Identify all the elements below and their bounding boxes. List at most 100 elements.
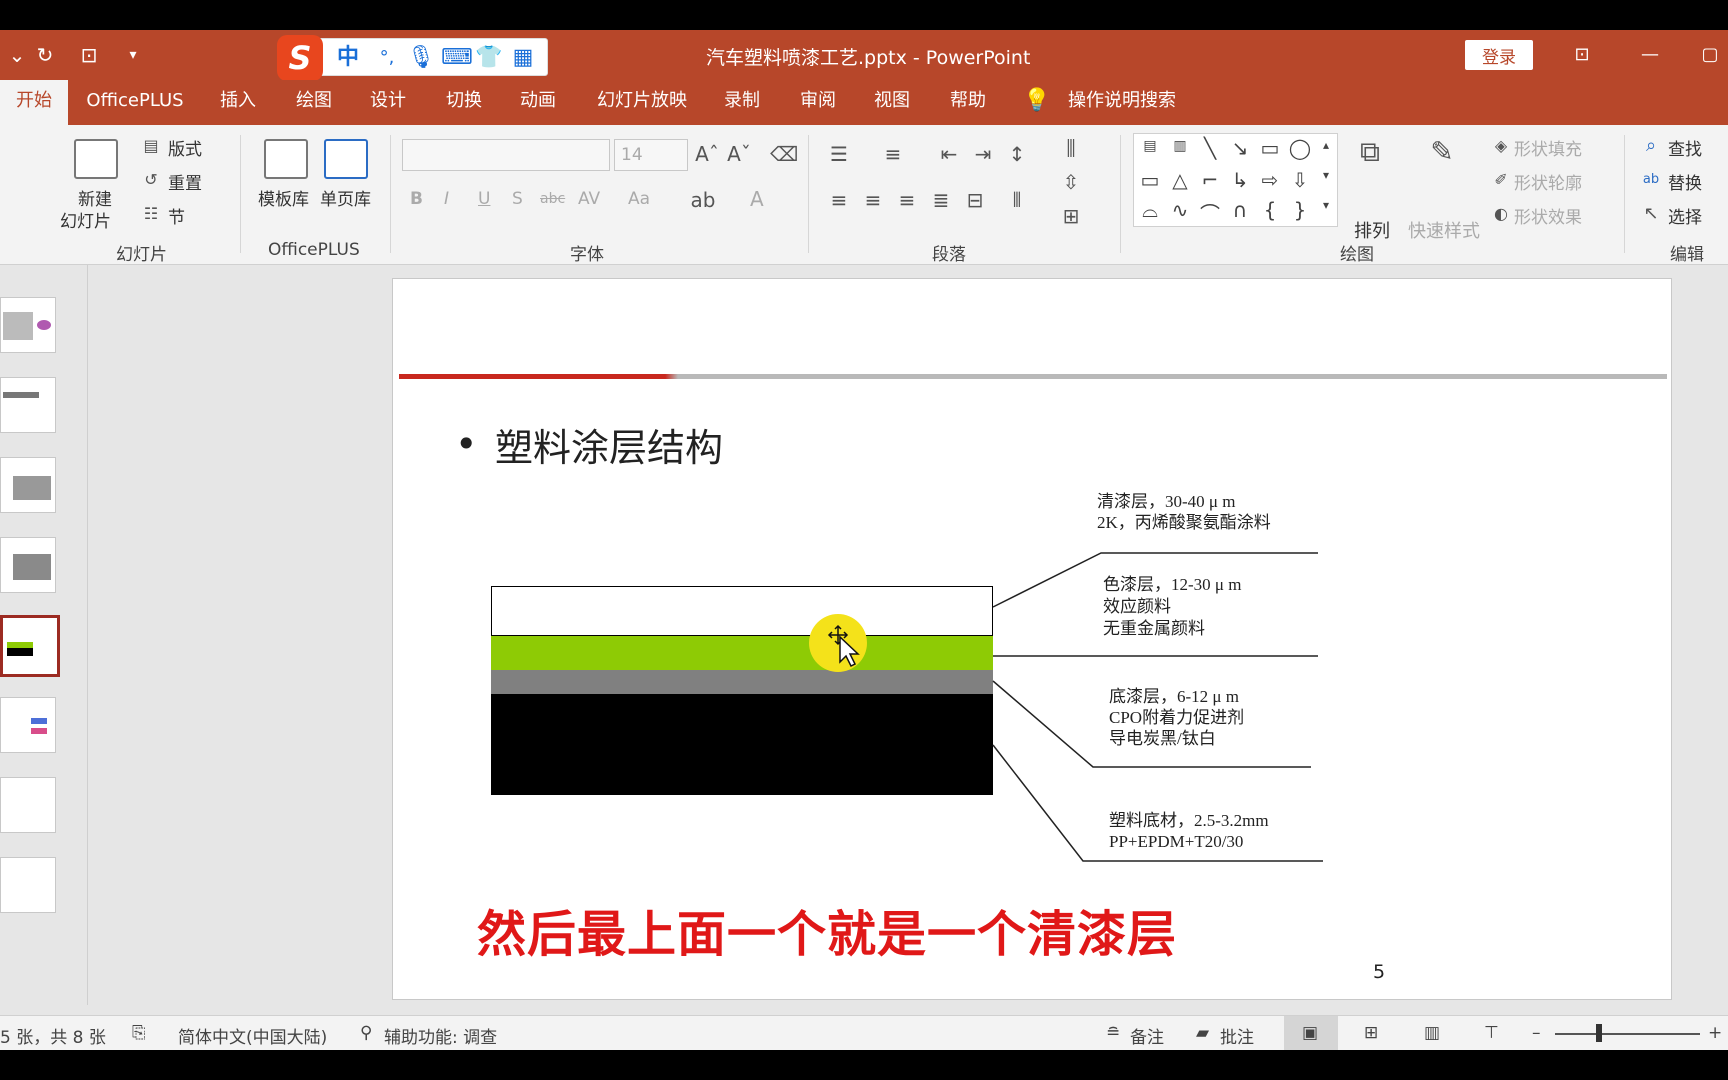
slide-sorter-icon[interactable]: ⊞	[1364, 1023, 1378, 1043]
grow-font-icon[interactable]: Aˆ	[694, 141, 720, 167]
single-page-library-button[interactable]: 单页库	[320, 185, 371, 210]
slide-thumbnail[interactable]	[0, 857, 56, 913]
rounded-rect-shape-icon[interactable]: ▭	[1136, 168, 1164, 192]
find-button[interactable]: 查找	[1668, 135, 1702, 160]
minimize-icon[interactable]: —	[1630, 38, 1670, 72]
columns-icon[interactable]: ⫴	[1004, 187, 1030, 213]
shadow-button[interactable]: S	[512, 189, 523, 209]
zoom-slider-thumb[interactable]	[1596, 1024, 1602, 1042]
tab-insert[interactable]: 插入	[212, 80, 264, 125]
tab-slideshow[interactable]: 幻灯片放映	[592, 80, 692, 125]
shape-effects-button[interactable]: 形状效果	[1514, 203, 1582, 228]
skin-icon[interactable]: 👕	[475, 43, 503, 73]
reset-button[interactable]: 重置	[168, 169, 202, 194]
layout-button[interactable]: 版式	[168, 135, 202, 160]
tab-view[interactable]: 视图	[866, 80, 918, 125]
chevron-down-icon[interactable]: ⌄	[2, 40, 32, 70]
quick-styles-button[interactable]: 快速样式	[1408, 217, 1480, 243]
down-arrow-shape-icon[interactable]: ⇩	[1286, 168, 1314, 192]
smartart-icon[interactable]: ⊞	[1058, 203, 1084, 229]
zoom-out-button[interactable]: –	[1532, 1023, 1541, 1043]
decrease-indent-icon[interactable]: ⇤	[936, 141, 962, 167]
arrange-icon[interactable]: ⧉	[1352, 138, 1388, 175]
font-size-box[interactable]: 14	[614, 139, 688, 171]
align-text-icon[interactable]: ⇳	[1058, 169, 1084, 195]
justify-icon[interactable]: ≣	[928, 187, 954, 213]
elbow-arrow-shape-icon[interactable]: ↳	[1226, 168, 1254, 192]
slide-thumbnail[interactable]	[0, 537, 56, 593]
bold-button[interactable]: B	[410, 189, 423, 209]
left-brace-shape-icon[interactable]: {	[1256, 198, 1284, 222]
gallery-scroll-up-icon[interactable]: ▴	[1312, 138, 1340, 152]
tab-transitions[interactable]: 切换	[438, 80, 490, 125]
slide-heading[interactable]: 塑料涂层结构	[495, 417, 723, 472]
present-icon[interactable]: ⊡	[74, 40, 104, 70]
tab-help[interactable]: 帮助	[942, 80, 994, 125]
freeform-shape-icon[interactable]: ⌓	[1136, 198, 1164, 222]
replace-button[interactable]: 替换	[1668, 169, 1702, 194]
rectangle-shape-icon[interactable]: ▭	[1256, 136, 1284, 160]
slide-thumbnail[interactable]	[0, 297, 56, 353]
tab-review[interactable]: 审阅	[792, 80, 844, 125]
tab-draw[interactable]: 绘图	[288, 80, 340, 125]
sogou-logo-icon[interactable]: S	[277, 35, 323, 81]
slide-thumbnail-selected[interactable]	[0, 615, 60, 677]
line-spacing-icon[interactable]: ↕	[1004, 141, 1030, 167]
bullets-icon[interactable]: ☰	[826, 141, 852, 167]
ime-punct-toggle[interactable]: °,	[373, 43, 401, 73]
clear-format-icon[interactable]: ⌫	[770, 141, 798, 167]
underline-button[interactable]: U	[478, 189, 490, 209]
clear-coat-layer[interactable]	[491, 586, 993, 636]
shape-outline-button[interactable]: 形状轮廓	[1514, 169, 1582, 194]
spellcheck-icon[interactable]: ⎘	[132, 1023, 146, 1043]
primer-layer[interactable]	[491, 670, 993, 694]
align-center-icon[interactable]: ≡	[860, 187, 886, 213]
increase-indent-icon[interactable]: ⇥	[970, 141, 996, 167]
font-name-box[interactable]	[402, 139, 610, 171]
template-library-icon[interactable]	[264, 139, 308, 179]
line-shape-icon[interactable]: ╲	[1196, 136, 1224, 160]
slideshow-view-icon[interactable]: ⊤	[1484, 1023, 1499, 1043]
single-page-library-icon[interactable]	[324, 139, 368, 179]
zoom-slider-track[interactable]	[1555, 1033, 1700, 1035]
tab-record[interactable]: 录制	[716, 80, 768, 125]
oval-shape-icon[interactable]: ◯	[1286, 136, 1314, 160]
change-case-button[interactable]: Aa	[628, 189, 650, 209]
triangle-shape-icon[interactable]: △	[1166, 168, 1194, 192]
section-button[interactable]: 节	[168, 203, 185, 228]
comments-button[interactable]: 批注	[1220, 1023, 1254, 1048]
tab-design[interactable]: 设计	[362, 80, 414, 125]
distributed-icon[interactable]: ⊟	[962, 187, 988, 213]
notes-button[interactable]: 备注	[1130, 1023, 1164, 1048]
textbox-shape-icon[interactable]: ▤	[1136, 138, 1164, 154]
new-slide-icon[interactable]	[74, 139, 118, 179]
vertical-textbox-shape-icon[interactable]: ▥	[1166, 138, 1194, 154]
char-spacing-button[interactable]: AV	[578, 189, 600, 209]
gallery-scroll-down-icon[interactable]: ▾	[1312, 168, 1340, 182]
shape-fill-button[interactable]: 形状填充	[1514, 135, 1582, 160]
quick-styles-icon[interactable]: ✎	[1424, 138, 1460, 175]
ime-language-toggle[interactable]: 中	[337, 43, 359, 73]
tab-home[interactable]: 开始	[0, 80, 68, 125]
redo-icon[interactable]: ↻	[30, 40, 60, 70]
slide-canvas[interactable]: • 塑料涂层结构 清漆层，30-40 μ m 2K，丙烯酸聚氨酯涂料 色漆层，1…	[392, 278, 1672, 1000]
right-brace-shape-icon[interactable]: }	[1286, 198, 1314, 222]
strikethrough-button[interactable]: abc	[540, 191, 565, 207]
curve-shape-icon[interactable]: ∩	[1226, 198, 1254, 222]
align-right-icon[interactable]: ≡	[894, 187, 920, 213]
new-slide-label-2[interactable]: 幻灯片	[60, 207, 111, 232]
ribbon-display-icon[interactable]: ⊡	[1562, 38, 1602, 72]
login-button[interactable]: 登录	[1465, 40, 1533, 70]
template-library-button[interactable]: 模板库	[258, 185, 309, 210]
customize-qat-icon[interactable]: ▾	[118, 40, 148, 70]
apps-grid-icon[interactable]: ▦	[509, 43, 537, 73]
text-direction-icon[interactable]: ⫼	[1058, 135, 1084, 161]
arrow-line-shape-icon[interactable]: ↘	[1226, 136, 1254, 160]
highlight-icon[interactable]: ab	[690, 187, 716, 213]
tab-animations[interactable]: 动画	[512, 80, 564, 125]
maximize-icon[interactable]: ▢	[1690, 38, 1728, 72]
keyboard-icon[interactable]: ⌨	[441, 43, 473, 73]
slide-thumbnail[interactable]	[0, 457, 56, 513]
gallery-more-icon[interactable]: ▾	[1312, 198, 1340, 212]
base-coat-layer[interactable]	[491, 636, 993, 670]
